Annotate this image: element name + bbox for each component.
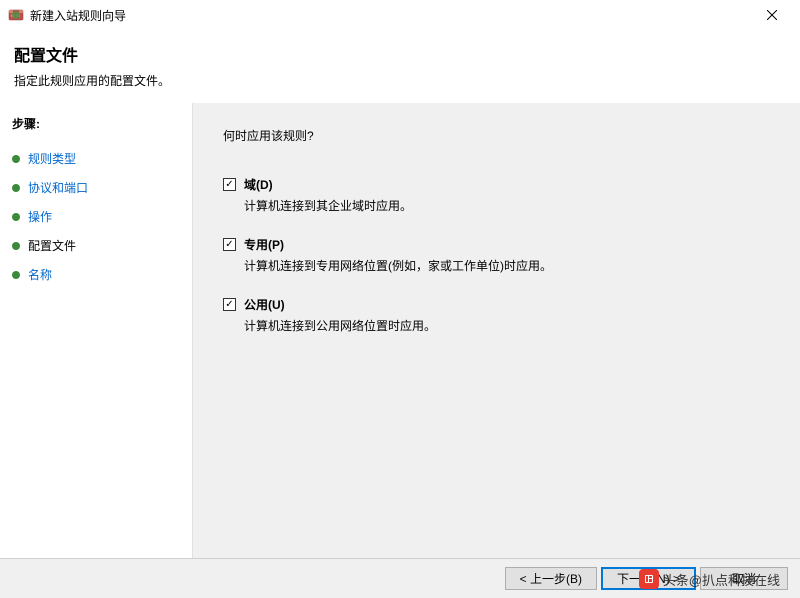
main-panel: 何时应用该规则? ✓ 域(D) 计算机连接到其企业域时应用。 ✓ 专用(P) 计… bbox=[192, 103, 800, 571]
cancel-button[interactable]: 取消 bbox=[700, 567, 788, 590]
step-protocol-port[interactable]: 协议和端口 bbox=[12, 173, 192, 202]
option-label: 专用(P) bbox=[244, 236, 284, 253]
step-rule-type[interactable]: 规则类型 bbox=[12, 144, 192, 173]
step-label: 规则类型 bbox=[28, 150, 76, 167]
step-label: 名称 bbox=[28, 266, 52, 283]
question-text: 何时应用该规则? bbox=[223, 127, 780, 144]
option-label: 公用(U) bbox=[244, 296, 285, 313]
wizard-footer: < 上一步(B) 下一步(N) > 取消 bbox=[0, 558, 800, 598]
step-name[interactable]: 名称 bbox=[12, 260, 192, 289]
page-title: 配置文件 bbox=[14, 42, 786, 66]
firewall-icon bbox=[8, 7, 24, 23]
bullet-icon bbox=[12, 184, 20, 192]
titlebar: 新建入站规则向导 bbox=[0, 0, 800, 30]
bullet-icon bbox=[12, 242, 20, 250]
back-button[interactable]: < 上一步(B) bbox=[505, 567, 597, 590]
option-domain: ✓ 域(D) 计算机连接到其企业域时应用。 bbox=[223, 176, 780, 214]
step-label: 协议和端口 bbox=[28, 179, 88, 196]
checkbox-domain[interactable]: ✓ bbox=[223, 178, 236, 191]
bullet-icon bbox=[12, 213, 20, 221]
option-private: ✓ 专用(P) 计算机连接到专用网络位置(例如，家或工作单位)时应用。 bbox=[223, 236, 780, 274]
step-profile[interactable]: 配置文件 bbox=[12, 231, 192, 260]
page-subtitle: 指定此规则应用的配置文件。 bbox=[14, 72, 786, 89]
close-button[interactable] bbox=[752, 1, 792, 29]
option-public: ✓ 公用(U) 计算机连接到公用网络位置时应用。 bbox=[223, 296, 780, 334]
bullet-icon bbox=[12, 271, 20, 279]
option-desc: 计算机连接到其企业域时应用。 bbox=[244, 197, 780, 214]
checkbox-private[interactable]: ✓ bbox=[223, 238, 236, 251]
next-button[interactable]: 下一步(N) > bbox=[601, 567, 696, 590]
steps-sidebar: 步骤: 规则类型 协议和端口 操作 配置文件 名称 bbox=[0, 103, 192, 571]
checkbox-public[interactable]: ✓ bbox=[223, 298, 236, 311]
wizard-header: 配置文件 指定此规则应用的配置文件。 bbox=[0, 30, 800, 103]
bullet-icon bbox=[12, 155, 20, 163]
step-label: 配置文件 bbox=[28, 237, 76, 254]
option-desc: 计算机连接到专用网络位置(例如，家或工作单位)时应用。 bbox=[244, 257, 780, 274]
step-action[interactable]: 操作 bbox=[12, 202, 192, 231]
window-title: 新建入站规则向导 bbox=[30, 7, 752, 24]
option-desc: 计算机连接到公用网络位置时应用。 bbox=[244, 317, 780, 334]
option-label: 域(D) bbox=[244, 176, 273, 193]
steps-heading: 步骤: bbox=[12, 115, 192, 132]
step-label: 操作 bbox=[28, 208, 52, 225]
